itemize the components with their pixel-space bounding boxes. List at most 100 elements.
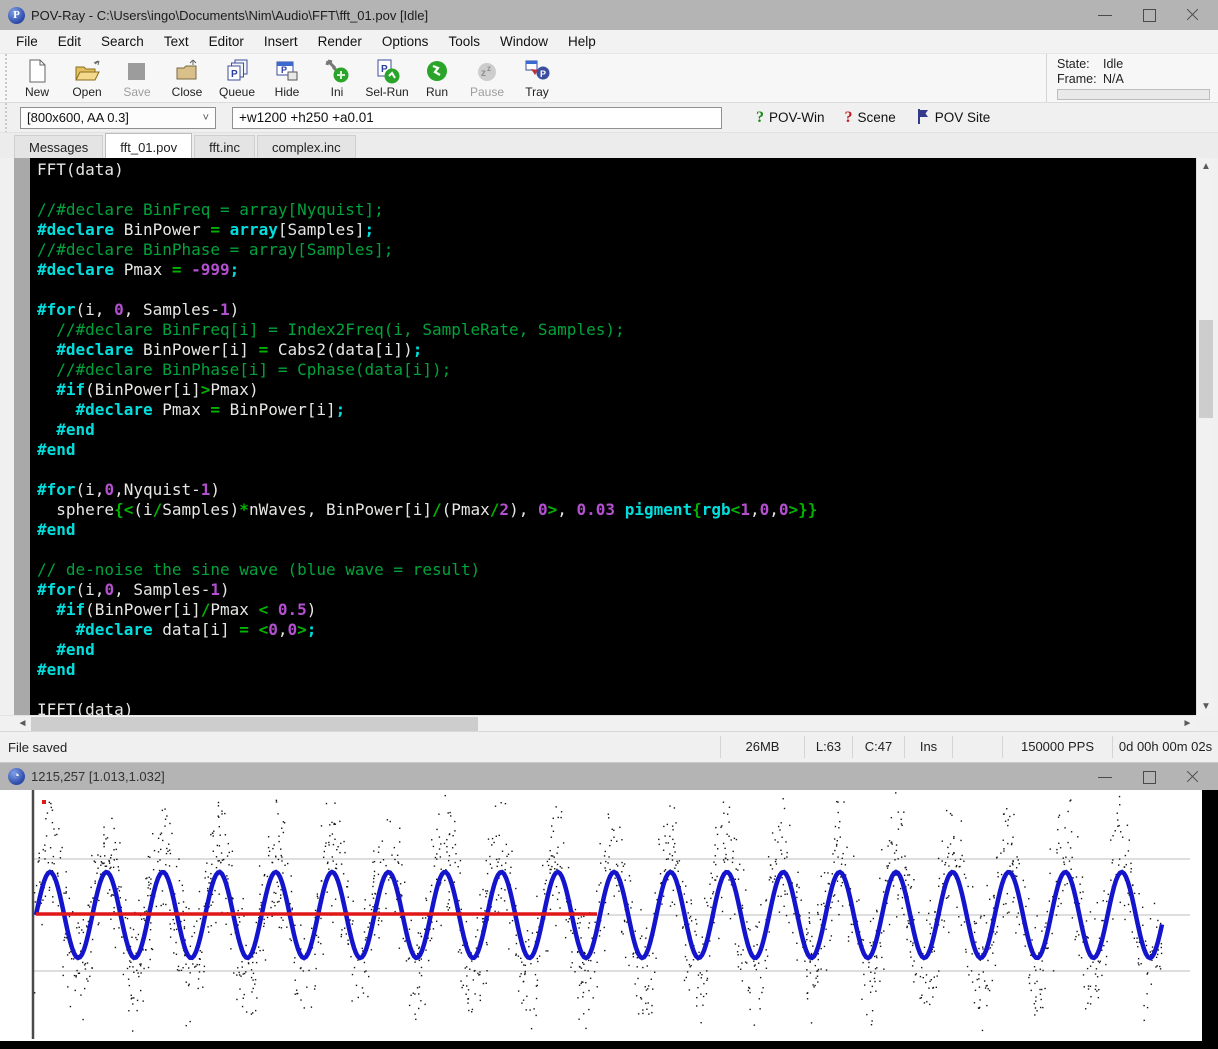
tray-button[interactable]: PTray	[512, 54, 562, 102]
help-button-label: POV-Win	[769, 110, 825, 125]
svg-text:z: z	[481, 68, 486, 79]
pov-site-help-button[interactable]: POV Site	[908, 105, 999, 131]
render-maximize-button[interactable]	[1140, 768, 1158, 786]
tab-messages[interactable]: Messages	[14, 135, 103, 158]
horizontal-scroll-thumb[interactable]	[31, 717, 478, 731]
queue-button[interactable]: P Queue	[212, 54, 262, 102]
status-cell-5: 150000 PPS	[1002, 736, 1112, 758]
open-button[interactable]: Open	[62, 54, 112, 102]
ini-button[interactable]: Ini	[312, 54, 362, 102]
status-cell-6: 0d 00h 00m 02s	[1112, 736, 1218, 758]
hide-button[interactable]: P Hide	[262, 54, 312, 102]
save-icon	[124, 58, 150, 84]
toolbar-button-label: Save	[123, 85, 150, 99]
resolution-preset-select[interactable]: [800x600, AA 0.3] ˅	[20, 107, 216, 129]
render-canvas	[0, 790, 1218, 1049]
svg-text:P: P	[281, 65, 287, 75]
tab-fft-01-pov[interactable]: fft_01.pov	[105, 133, 192, 158]
vertical-scrollbar[interactable]: ▲ ▼	[1196, 158, 1214, 715]
menu-item-file[interactable]: File	[6, 31, 48, 52]
pause-button: zzPause	[462, 54, 512, 102]
menu-item-options[interactable]: Options	[372, 31, 439, 52]
editor-gutter	[14, 158, 30, 715]
pause-icon: zz	[474, 58, 500, 84]
question-mark-red-icon: ?	[845, 109, 853, 127]
menu-item-text[interactable]: Text	[154, 31, 199, 52]
toolbar-button-label: Sel-Run	[365, 85, 408, 99]
window-title: POV-Ray - C:\Users\ingo\Documents\Nim\Au…	[31, 8, 1096, 23]
pov-win-help-button[interactable]: ? POV-Win	[748, 106, 833, 130]
pov-flag-icon	[916, 108, 930, 128]
command-line-input[interactable]	[232, 107, 722, 129]
scroll-up-arrow-icon[interactable]: ▲	[1197, 158, 1215, 175]
main-window: P POV-Ray - C:\Users\ingo\Documents\Nim\…	[0, 0, 1218, 762]
main-titlebar: P POV-Ray - C:\Users\ingo\Documents\Nim\…	[0, 0, 1218, 30]
status-cell-2: C:47	[852, 736, 904, 758]
question-mark-green-icon: ?	[756, 109, 764, 127]
toolbar-button-label: Run	[426, 85, 448, 99]
tab-fft-inc[interactable]: fft.inc	[194, 135, 255, 158]
tab-complex-inc[interactable]: complex.inc	[257, 135, 356, 158]
status-cell-3: Ins	[904, 736, 952, 758]
vertical-scroll-thumb[interactable]	[1199, 320, 1213, 418]
menu-item-search[interactable]: Search	[91, 31, 154, 52]
rendered-plot	[0, 790, 1218, 1049]
toolbar-grip	[3, 54, 9, 102]
toolbar-button-label: Queue	[219, 85, 255, 99]
chevron-down-icon: ˅	[203, 112, 209, 124]
sel-run-button[interactable]: PSel-Run	[362, 54, 412, 102]
ini-settings-icon	[324, 58, 350, 84]
render-window-icon: ◔	[8, 768, 25, 785]
menu-item-editor[interactable]: Editor	[199, 31, 254, 52]
toolbar-button-label: Hide	[275, 85, 300, 99]
minimize-button[interactable]	[1096, 6, 1114, 24]
render-titlebar: ◔ 1215,257 [1.013,1.032]	[0, 762, 1218, 790]
horizontal-scrollbar[interactable]: ◄ ►	[0, 715, 1196, 731]
povray-app-icon: P	[8, 7, 25, 24]
resolution-preset-value: [800x600, AA 0.3]	[27, 110, 129, 125]
state-label: State:	[1057, 57, 1103, 72]
new-button[interactable]: New	[12, 54, 62, 102]
code-area[interactable]: FFT(data) //#declare BinFreq = array[Nyq…	[30, 158, 1196, 715]
render-close-button[interactable]	[1184, 768, 1202, 786]
window-controls	[1096, 6, 1202, 24]
scroll-left-arrow-icon[interactable]: ◄	[14, 716, 31, 732]
maximize-button[interactable]	[1140, 6, 1158, 24]
toolbar-buttons: NewOpenSaveClosePQueuePHideIniPSel-RunRu…	[12, 54, 562, 102]
render-window-controls	[1096, 768, 1202, 786]
close-button[interactable]: Close	[162, 54, 212, 102]
open-folder-icon	[74, 58, 100, 84]
svg-text:P: P	[231, 69, 238, 80]
render-window-title: 1215,257 [1.013,1.032]	[31, 769, 1096, 784]
menu-item-edit[interactable]: Edit	[48, 31, 91, 52]
svg-text:z: z	[487, 64, 491, 73]
state-panel: State: Idle Frame: N/A	[1046, 54, 1218, 102]
frame-label: Frame:	[1057, 72, 1103, 87]
run-button[interactable]: Run	[412, 54, 462, 102]
scroll-right-arrow-icon[interactable]: ►	[1179, 716, 1196, 732]
help-links: ? POV-Win ?ScenePOV Site	[748, 105, 998, 131]
toolbar-button-label: Close	[172, 85, 203, 99]
status-cell-0: 26MB	[720, 736, 804, 758]
queue-icon: P	[224, 58, 250, 84]
status-cell-1: L:63	[804, 736, 852, 758]
menu-item-render[interactable]: Render	[308, 31, 372, 52]
new-document-icon	[24, 58, 50, 84]
scrollbar-corner	[1196, 715, 1218, 731]
close-button[interactable]	[1184, 6, 1202, 24]
scene-help-button[interactable]: ?Scene	[837, 106, 904, 130]
tray-icon: P	[524, 58, 550, 84]
toolbar-button-label: Pause	[470, 85, 504, 99]
statusbar: File saved 26MBL:63C:47Ins150000 PPS0d 0…	[0, 731, 1218, 762]
scroll-down-arrow-icon[interactable]: ▼	[1197, 698, 1215, 715]
menu-item-help[interactable]: Help	[558, 31, 606, 52]
menu-item-window[interactable]: Window	[490, 31, 558, 52]
menu-item-tools[interactable]: Tools	[438, 31, 490, 52]
render-minimize-button[interactable]	[1096, 768, 1114, 786]
code-editor: FFT(data) //#declare BinFreq = array[Nyq…	[0, 158, 1218, 715]
toolbar-button-label: Open	[72, 85, 101, 99]
menu-item-insert[interactable]: Insert	[254, 31, 308, 52]
svg-text:P: P	[540, 69, 546, 79]
state-value: Idle	[1103, 57, 1123, 72]
code-text: FFT(data) //#declare BinFreq = array[Nyq…	[30, 158, 1196, 715]
